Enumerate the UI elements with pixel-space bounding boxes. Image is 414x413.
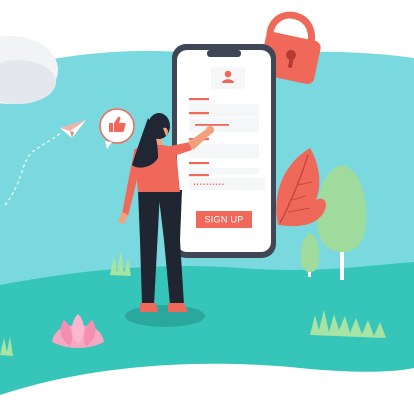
sign-up-label: SIGN UP: [204, 215, 243, 225]
field-1-input[interactable]: [189, 104, 259, 117]
signup-illustration: •••••••••• SIGN UP: [0, 11, 414, 413]
user-avatar-icon: [211, 67, 245, 89]
password-mask: ••••••••••: [193, 182, 225, 188]
field-3-input[interactable]: [189, 144, 259, 158]
field-4-input[interactable]: [189, 168, 259, 174]
field-1-label: [189, 98, 209, 101]
phone-notch: [207, 50, 241, 57]
password-label: [189, 174, 209, 177]
field-4-label: [189, 162, 209, 165]
field-2-label: [189, 112, 209, 115]
sign-up-button[interactable]: SIGN UP: [196, 211, 252, 228]
